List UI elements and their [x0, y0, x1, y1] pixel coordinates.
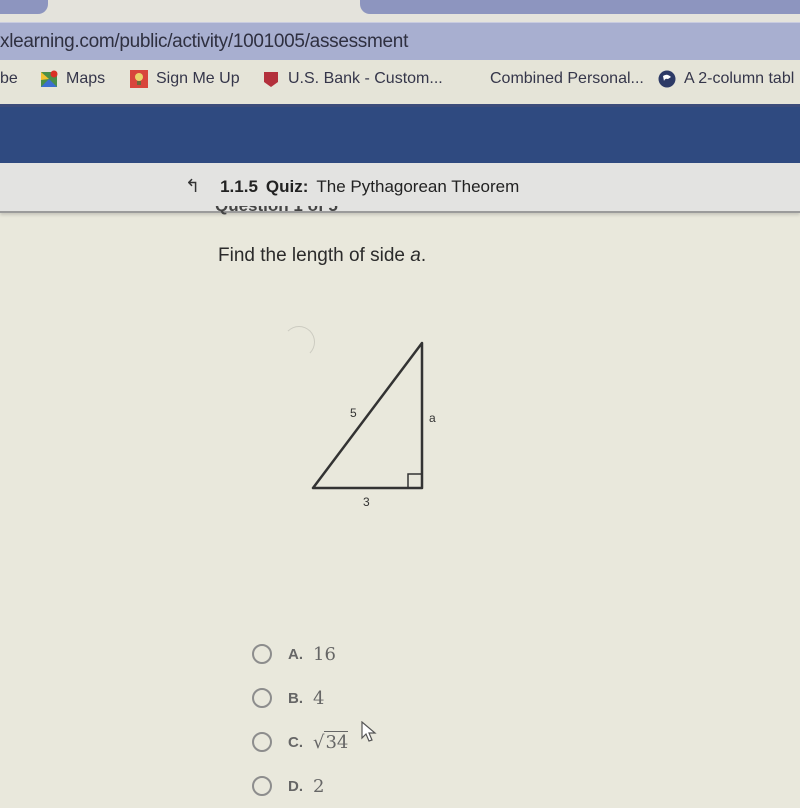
- browser-tab[interactable]: [360, 0, 800, 14]
- choice-d[interactable]: D. 2: [252, 764, 348, 808]
- bookmark-label: be: [0, 70, 18, 87]
- browser-tab-strip: [0, 0, 800, 22]
- bookmark-label: Combined Personal...: [490, 70, 644, 87]
- choice-value: 16: [313, 643, 336, 665]
- choice-value: 4: [313, 687, 325, 709]
- choice-a[interactable]: A. 16: [252, 632, 348, 676]
- radio-button[interactable]: [252, 644, 272, 664]
- shield-icon: [262, 70, 280, 88]
- base-label: 3: [363, 495, 370, 509]
- bookmark-us-bank[interactable]: U.S. Bank - Custom...: [262, 70, 443, 88]
- quiz-title-bar: ↰ 1.1.5 Quiz: The Pythagorean Theorem: [0, 163, 800, 213]
- choice-letter: A.: [288, 645, 303, 663]
- hypotenuse-label: 5: [350, 406, 357, 420]
- bookmark-2-column-table[interactable]: A 2-column tabl: [658, 70, 794, 88]
- bookmark-item[interactable]: be: [0, 70, 18, 88]
- choice-value: 2: [313, 775, 325, 797]
- site-nav-band: [0, 107, 800, 163]
- bookmark-label: U.S. Bank - Custom...: [288, 70, 443, 87]
- prompt-suffix: .: [420, 245, 427, 266]
- choice-letter: C.: [288, 733, 303, 751]
- address-bar[interactable]: xlearning.com/public/activity/1001005/as…: [0, 22, 800, 61]
- maps-icon: [40, 70, 58, 88]
- choice-letter: D.: [288, 777, 303, 795]
- mouse-cursor-icon: [361, 721, 377, 742]
- browser-tab[interactable]: [0, 0, 48, 14]
- choice-c[interactable]: C. √34: [252, 720, 349, 764]
- triangle-diagram: 5 3 a: [311, 341, 436, 509]
- bookmark-combined-personal[interactable]: Combined Personal...: [490, 70, 644, 88]
- vertical-side-label: a: [429, 411, 436, 425]
- url-text[interactable]: xlearning.com/public/activity/1001005/as…: [0, 31, 408, 53]
- radio-button[interactable]: [252, 688, 272, 708]
- question-prompt: Find the length of side a.: [218, 245, 426, 267]
- choice-value: √34: [313, 730, 349, 753]
- answer-choices: A. 16 B. 4 C. √34 D. 2: [252, 632, 349, 808]
- bookmark-label: Maps: [66, 70, 106, 87]
- bookmark-label: Sign Me Up: [156, 70, 240, 87]
- quiz-number: 1.1.5: [220, 176, 258, 196]
- radicand: 34: [324, 730, 349, 753]
- prompt-variable: a: [410, 245, 421, 266]
- globe-icon: [658, 70, 676, 88]
- prompt-text: Find the length of side: [218, 245, 411, 266]
- choice-b[interactable]: B. 4: [252, 676, 348, 720]
- lightbulb-icon: [130, 70, 148, 88]
- bookmarks-bar: be Maps Sign Me Up U.S. Bank - Custom...…: [0, 60, 800, 107]
- choice-letter: B.: [288, 689, 303, 707]
- radio-button[interactable]: [252, 776, 272, 796]
- quiz-label: Quiz:: [265, 176, 309, 196]
- back-up-arrow-icon[interactable]: ↰: [185, 176, 200, 197]
- triangle-shape: [311, 341, 424, 490]
- bookmark-maps[interactable]: Maps: [40, 70, 105, 88]
- radio-button[interactable]: [252, 732, 272, 752]
- right-angle-marker: [407, 473, 422, 488]
- question-counter: Question 1 of 5: [215, 206, 338, 215]
- bookmark-label: A 2-column tabl: [684, 70, 795, 87]
- bookmark-sign-me-up[interactable]: Sign Me Up: [130, 70, 240, 88]
- quiz-title: The Pythagorean Theorem: [316, 176, 520, 196]
